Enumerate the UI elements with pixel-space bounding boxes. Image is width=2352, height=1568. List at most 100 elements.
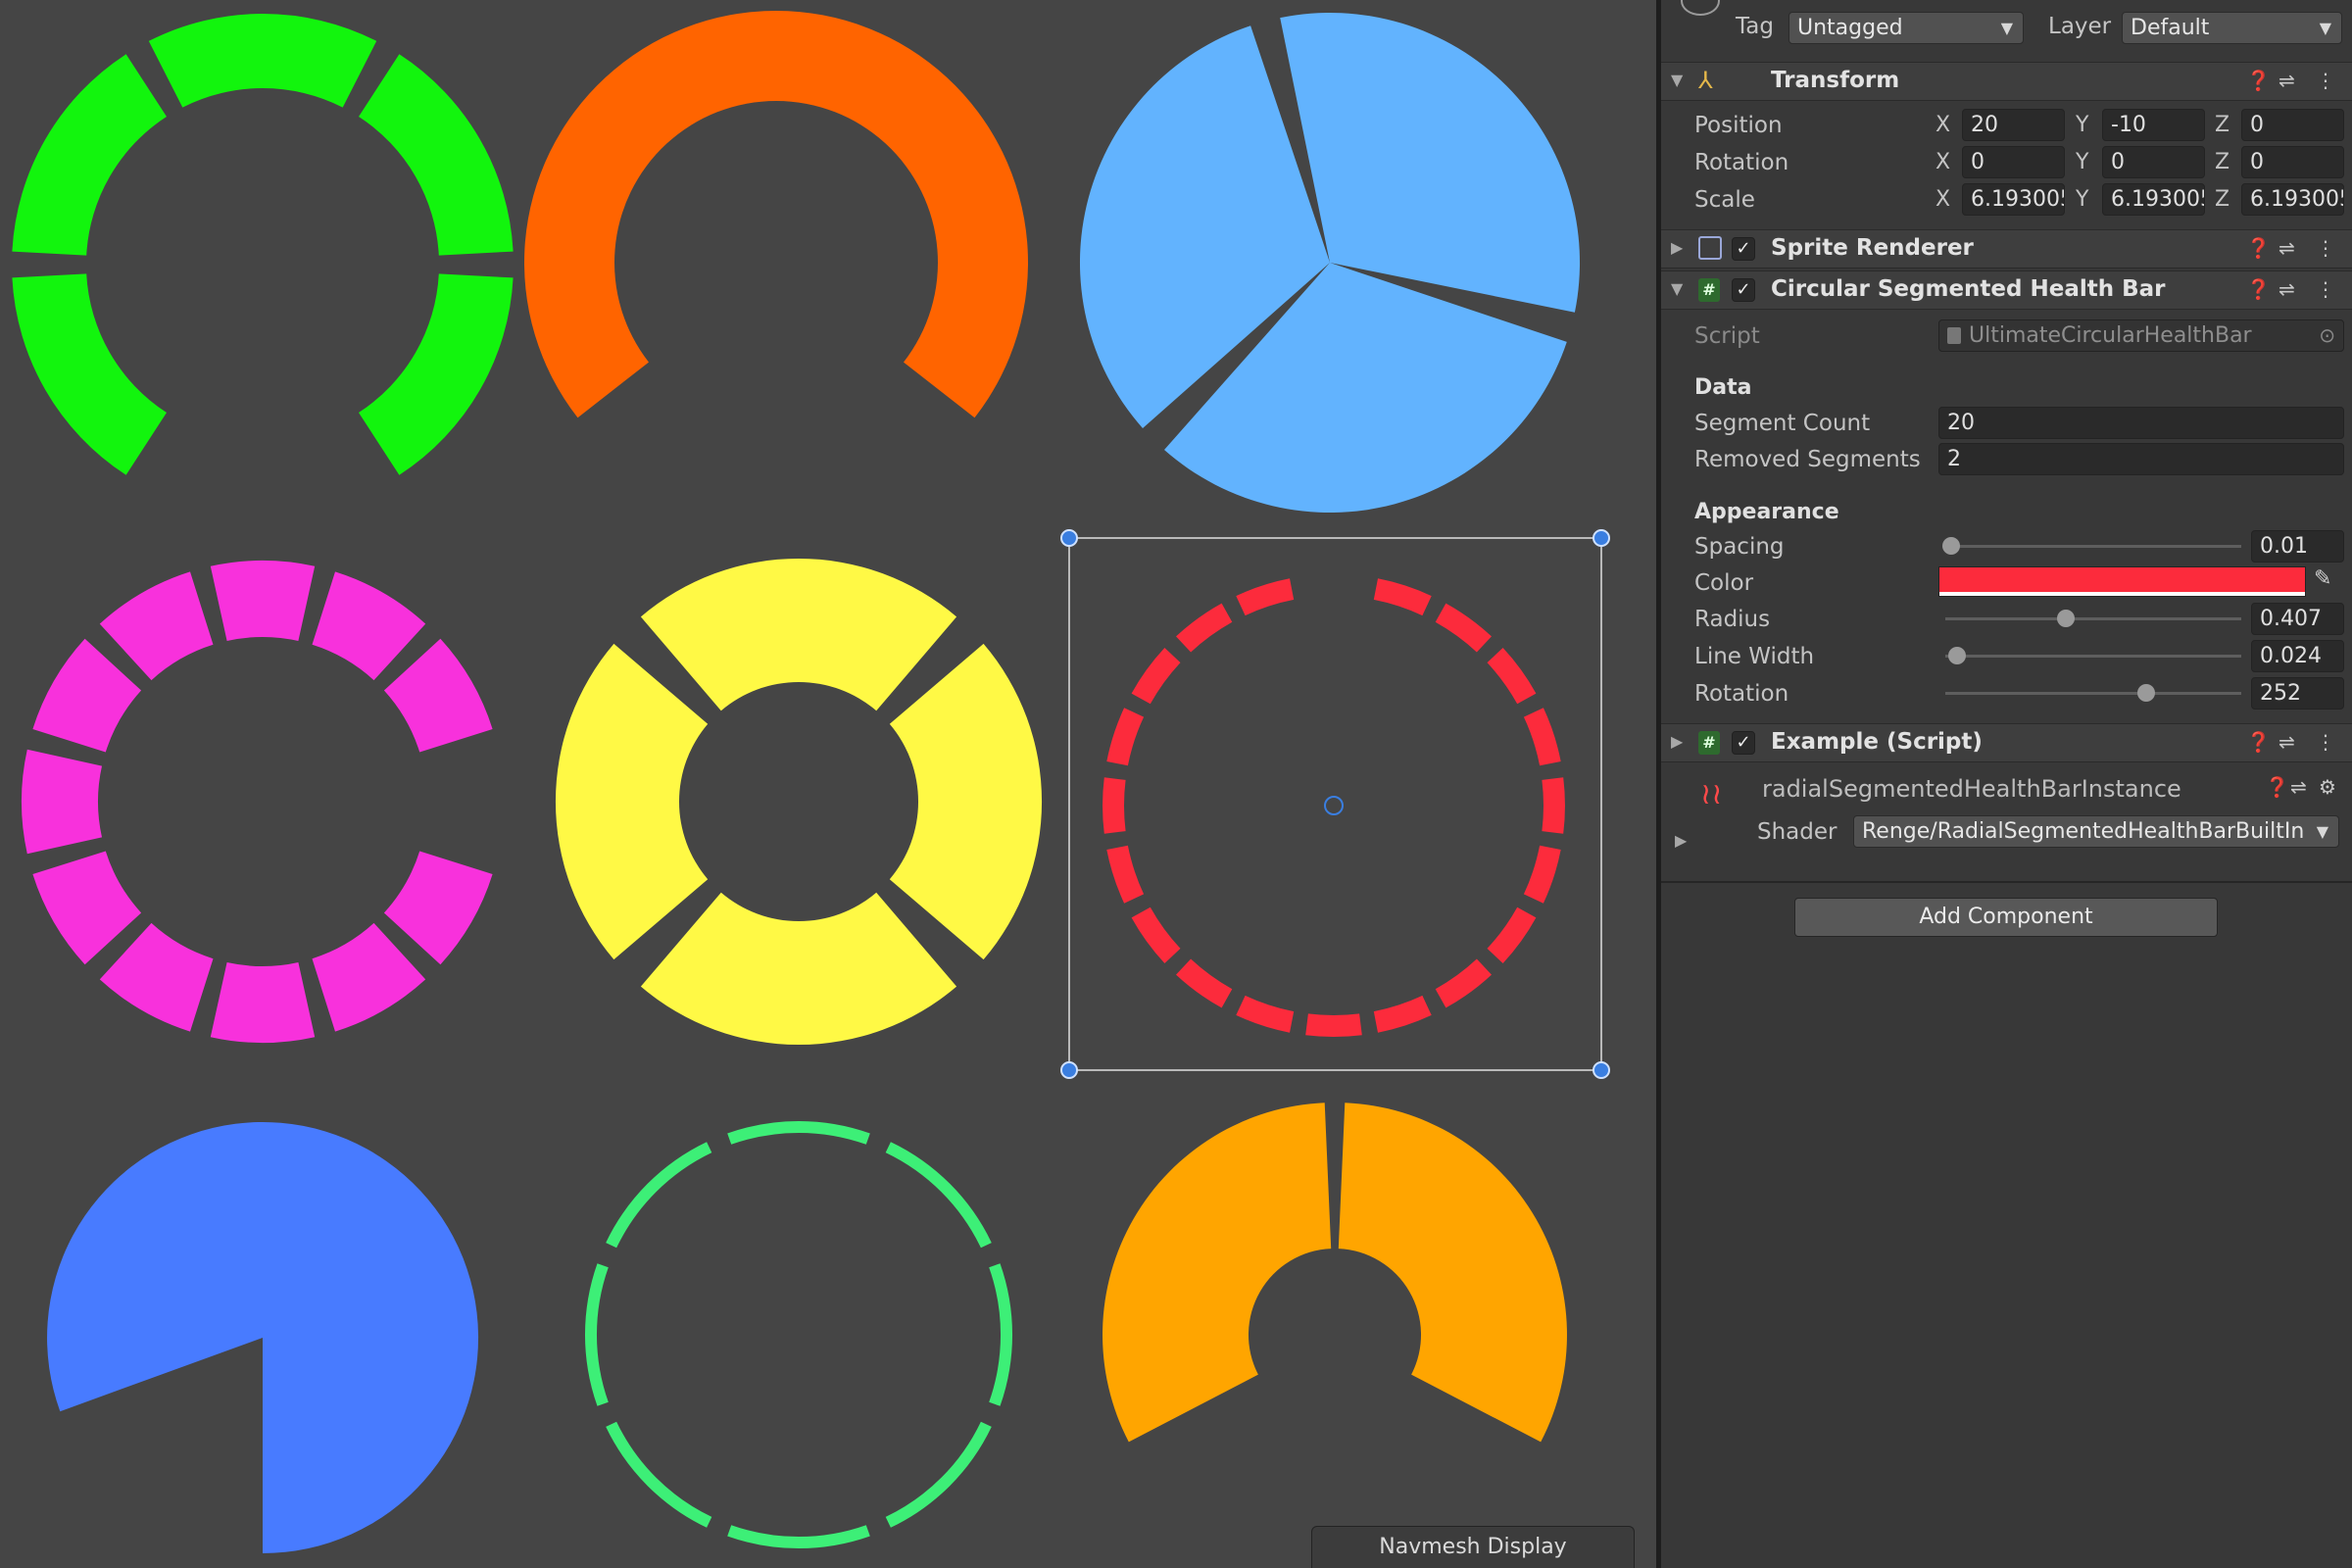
health-bar-title: Circular Segmented Health Bar	[1771, 276, 2166, 302]
example-enabled-checkbox[interactable]: ✓	[1732, 731, 1755, 755]
layer-dropdown[interactable]: Default ▼	[2122, 12, 2342, 44]
scale-y-field[interactable]: 6.193005	[2102, 183, 2205, 216]
more-options-icon[interactable]: ⋮	[2316, 277, 2335, 301]
more-options-icon[interactable]: ⋮	[2316, 730, 2335, 754]
appearance-section-header: Appearance	[1694, 500, 1839, 524]
rotation-z-label: Z	[2215, 150, 2230, 174]
green-health-bar[interactable]	[12, 14, 514, 475]
segment-count-label: Segment Count	[1694, 411, 1871, 436]
gameobject-icon	[1681, 0, 1720, 16]
spacing-slider-handle[interactable]	[1942, 537, 1961, 555]
rotation-x-label: X	[1936, 150, 1951, 174]
more-options-icon[interactable]: ⋮	[2316, 69, 2335, 92]
line-width-field[interactable]: 0.024	[2251, 640, 2344, 672]
rotation-prop-label: Rotation	[1694, 681, 1789, 707]
help-icon[interactable]: ❓	[2246, 69, 2271, 92]
eyedropper-icon[interactable]: ✎	[2314, 566, 2331, 591]
yellow-health-bar[interactable]	[555, 558, 1043, 1046]
rotation-y-label: Y	[2076, 150, 2089, 174]
selection-rect[interactable]	[1060, 529, 1610, 1079]
sprite-renderer-icon	[1698, 236, 1722, 260]
removed-segments-field[interactable]: 2	[1938, 443, 2344, 475]
red-bar-shape	[1102, 578, 1565, 1037]
orange-bar-shape	[524, 10, 1028, 418]
help-icon[interactable]: ❓	[2246, 236, 2271, 260]
blue-health-bar[interactable]	[47, 1122, 479, 1553]
material-section: ≀≀ ▶ radialSegmentedHealthBarInstance ❓ …	[1661, 763, 2352, 883]
add-component-button[interactable]: Add Component	[1794, 898, 2218, 937]
preset-icon[interactable]: ⇌	[2278, 730, 2295, 754]
preset-icon[interactable]: ⇌	[2290, 775, 2307, 799]
fold-open-icon[interactable]: ▼	[1671, 71, 1683, 89]
position-y-field[interactable]: -10	[2102, 109, 2205, 141]
radius-field[interactable]: 0.407	[2251, 603, 2344, 635]
fold-closed-icon[interactable]: ▶	[1671, 732, 1683, 751]
script-object-field[interactable]: UltimateCircularHealthBar ⊙	[1938, 319, 2344, 352]
resize-handle-top-right[interactable]	[1592, 529, 1610, 547]
mint-health-bar[interactable]	[584, 1120, 1013, 1549]
help-icon[interactable]: ❓	[2246, 277, 2271, 301]
navmesh-display-button[interactable]: Navmesh Display	[1311, 1526, 1635, 1568]
preset-icon[interactable]: ⇌	[2278, 69, 2295, 92]
selection-outline	[1068, 537, 1602, 1071]
position-x-field[interactable]: 20	[1962, 109, 2065, 141]
layer-value: Default	[2131, 16, 2210, 40]
material-preview-icon: ≀≀	[1700, 777, 1723, 811]
help-icon[interactable]: ❓	[2265, 775, 2289, 799]
scene-view[interactable]: Navmesh Display	[0, 0, 1656, 1568]
tag-value: Untagged	[1797, 16, 1903, 40]
lightblue-health-bar[interactable]	[1079, 12, 1581, 514]
resize-handle-top-left[interactable]	[1060, 529, 1078, 547]
transform-header[interactable]: ▼ ⅄ Transform ❓ ⇌ ⋮	[1661, 62, 2352, 101]
shader-dropdown[interactable]: Renge/RadialSegmentedHealthBarBuiltIn ▼	[1853, 815, 2339, 848]
radius-label: Radius	[1694, 607, 1771, 632]
spacing-slider-track[interactable]	[1945, 545, 2241, 548]
fold-closed-icon[interactable]: ▶	[1671, 238, 1683, 257]
script-value: UltimateCircularHealthBar	[1969, 323, 2252, 348]
rotation-slider-handle[interactable]	[2137, 684, 2156, 702]
fold-closed-icon[interactable]: ▶	[1675, 831, 1687, 850]
orange-health-bar[interactable]	[524, 10, 1028, 418]
sprite-renderer-header[interactable]: ▶ ✓ Sprite Renderer ❓ ⇌ ⋮	[1661, 229, 2352, 269]
rotation-x-field[interactable]: 0	[1962, 146, 2065, 178]
segment-count-field[interactable]: 20	[1938, 407, 2344, 439]
inspector-panel: Tag Untagged ▼ Layer Default ▼ ▼ ⅄ Transfo…	[1661, 0, 2352, 1568]
radius-slider-track[interactable]	[1945, 617, 2241, 620]
amber-health-bar[interactable]	[1102, 1102, 1567, 1443]
color-field[interactable]	[1938, 566, 2306, 597]
rotation-slider-track[interactable]	[1945, 692, 2241, 695]
resize-handle-bottom-left[interactable]	[1060, 1061, 1078, 1079]
help-icon[interactable]: ❓	[2246, 730, 2271, 754]
spacing-field[interactable]: 0.01	[2251, 530, 2344, 563]
line-width-slider-track[interactable]	[1945, 655, 2241, 658]
preset-icon[interactable]: ⇌	[2278, 236, 2295, 260]
rotation-field[interactable]: 252	[2251, 677, 2344, 710]
scale-x-label: X	[1936, 187, 1951, 212]
object-picker-icon[interactable]: ⊙	[2319, 320, 2335, 351]
health-bar-header[interactable]: ▼ # ✓ Circular Segmented Health Bar ❓ ⇌ …	[1661, 270, 2352, 310]
gear-icon[interactable]: ⚙	[2319, 775, 2336, 799]
red-health-bar[interactable]	[1102, 578, 1565, 1037]
line-width-slider-handle[interactable]	[1948, 647, 1967, 664]
preset-icon[interactable]: ⇌	[2278, 277, 2295, 301]
rotation-y-field[interactable]: 0	[2102, 146, 2205, 178]
script-icon: #	[1698, 731, 1720, 755]
scale-z-field[interactable]: 6.193005	[2241, 183, 2344, 216]
more-options-icon[interactable]: ⋮	[2316, 236, 2335, 260]
example-script-header[interactable]: ▶ # ✓ Example (Script) ❓ ⇌ ⋮	[1661, 723, 2352, 762]
fold-open-icon[interactable]: ▼	[1671, 279, 1683, 298]
health-bar-enabled-checkbox[interactable]: ✓	[1732, 278, 1755, 302]
radius-slider-handle[interactable]	[2056, 610, 2075, 627]
script-file-icon	[1947, 327, 1961, 344]
scale-x-field[interactable]: 6.193005	[1962, 183, 2065, 216]
rotation-z-field[interactable]: 0	[2241, 146, 2344, 178]
sprite-renderer-enabled-checkbox[interactable]: ✓	[1732, 237, 1755, 261]
amber-bar-shape	[1102, 1102, 1567, 1443]
sprite-renderer-title: Sprite Renderer	[1771, 235, 1974, 261]
magenta-health-bar[interactable]	[21, 560, 493, 1044]
resize-handle-bottom-right[interactable]	[1592, 1061, 1610, 1079]
pivot-handle[interactable]	[1324, 796, 1344, 815]
scene-canvas[interactable]	[0, 0, 1656, 1568]
position-z-field[interactable]: 0	[2241, 109, 2344, 141]
tag-dropdown[interactable]: Untagged ▼	[1788, 12, 2024, 44]
